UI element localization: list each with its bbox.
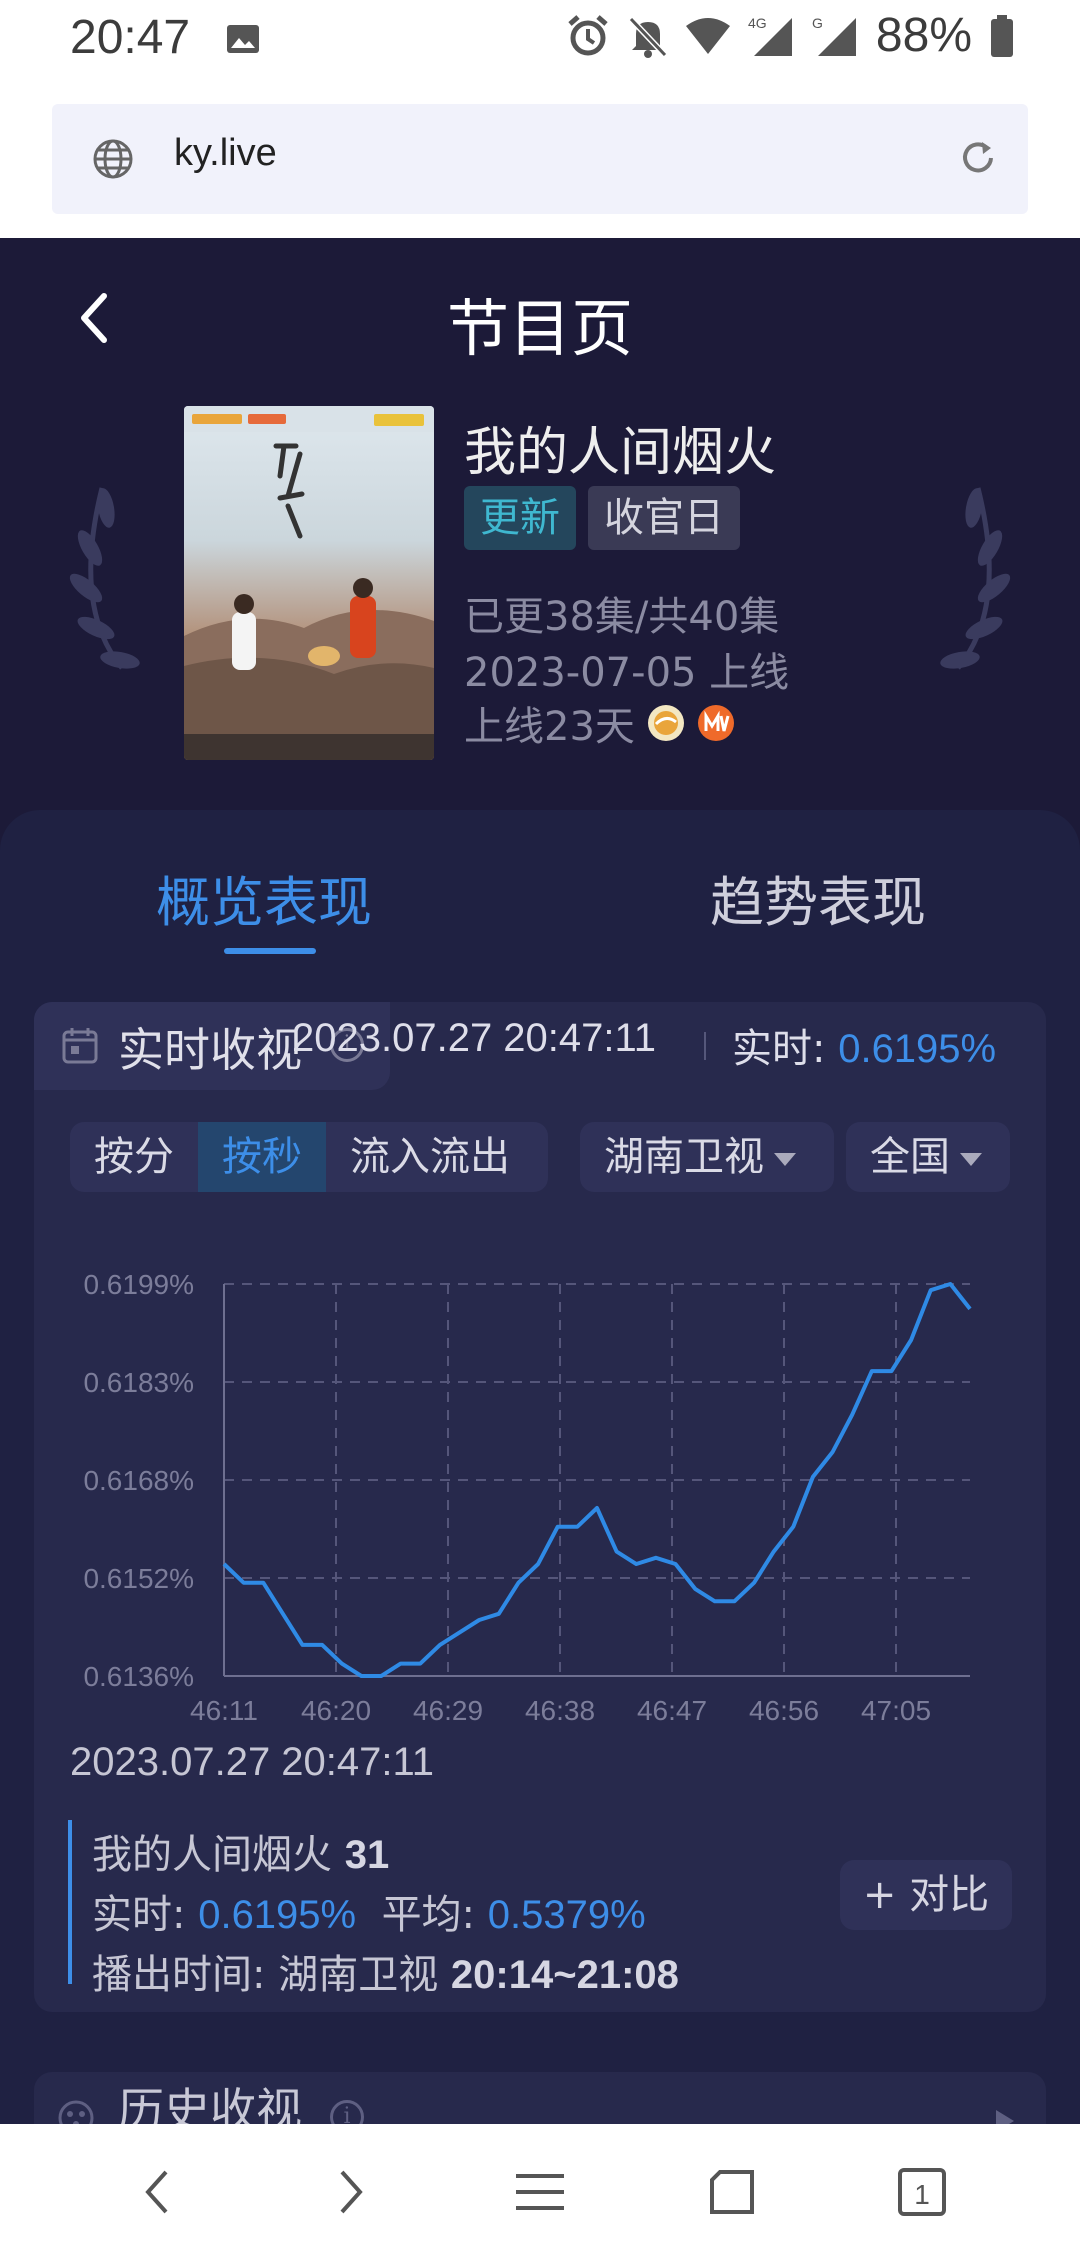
page-title: 节目页 xyxy=(446,292,633,365)
chart-y-tick-label: 0.6168% xyxy=(83,1465,194,1496)
tag-update: 更新 xyxy=(464,486,576,550)
tab-overview[interactable]: 概览表现 xyxy=(156,858,372,937)
signal-g-icon: G xyxy=(812,15,856,56)
realtime-timestamp: 2023.07.27 20:47:11 xyxy=(292,1016,657,1060)
chart-x-tick-label: 46:11 xyxy=(190,1695,258,1722)
episode-count: 已更38集/共40集 xyxy=(464,594,780,640)
segment-by-minute[interactable]: 按分 xyxy=(70,1122,198,1192)
tag-finale: 收官日 xyxy=(588,486,740,550)
region-dropdown-value: 全国 xyxy=(870,1134,950,1180)
browser-nav-bar: 1 xyxy=(0,2124,1080,2260)
chart-y-tick-label: 0.6183% xyxy=(83,1367,194,1398)
history-panel: 历史收视 i xyxy=(34,2072,1046,2124)
realtime-rating: 实时: 0.6195% xyxy=(732,1026,997,1072)
chart-x-tick-label: 46:38 xyxy=(525,1695,595,1722)
nav-back-icon[interactable] xyxy=(138,2166,178,2218)
compare-button[interactable]: + 对比 xyxy=(840,1860,1012,1930)
mango-tv-logo-icon xyxy=(697,705,734,741)
detail-episode: 31 xyxy=(344,1833,390,1877)
show-name: 我的人间烟火 xyxy=(464,423,777,483)
realtime-panel: 实时收视 i 2023.07.27 20:47:11 实时: 0.6195% 按… xyxy=(34,1002,1046,2012)
chart-y-tick-label: 0.6152% xyxy=(83,1563,194,1594)
show-tags: 更新 收官日 xyxy=(464,486,740,550)
premiere-date: 2023-07-05 上线 xyxy=(464,650,790,696)
hunan-tv-logo-icon xyxy=(647,705,684,741)
detail-program-name: 我的人间烟火 xyxy=(92,1832,332,1878)
history-info-icon[interactable]: i xyxy=(330,2100,364,2124)
globe-icon xyxy=(93,139,133,179)
realtime-title: 实时收视 xyxy=(118,1023,302,1077)
region-dropdown[interactable]: 全国 xyxy=(846,1122,1010,1192)
laurel-left-icon xyxy=(69,487,140,670)
program-page: 节目页 我的人间烟火 更新 收官日 已更38集/共40集 2023-07-05 … xyxy=(0,238,1080,2124)
realtime-line-chart[interactable]: 0.6199% 0.6183% 0.6168% 0.6152% 0.6136% 46:11… xyxy=(34,1222,1046,1722)
chart-x-tick-label: 46:29 xyxy=(413,1695,483,1722)
days-online-row: 上线23天 xyxy=(464,694,735,752)
chart-y-tick-label: 0.6136% xyxy=(83,1661,194,1692)
chart-x-tick-label: 46:20 xyxy=(301,1695,371,1722)
nav-forward-icon[interactable] xyxy=(330,2166,370,2218)
detail-timestamp: 2023.07.27 20:47:11 xyxy=(70,1740,435,1784)
status-time: 20:47 xyxy=(70,11,191,64)
detail-realtime-value: 0.6195% xyxy=(198,1893,357,1937)
segment-by-second[interactable]: 按秒 xyxy=(198,1122,326,1192)
reload-icon[interactable] xyxy=(958,138,998,178)
granularity-segmented-control: 按分 按秒 流入流出 xyxy=(70,1122,548,1192)
wifi-icon xyxy=(685,17,730,54)
detail-accent-bar xyxy=(68,1820,72,1984)
tabs-icon[interactable]: 1 xyxy=(896,2166,948,2218)
chevron-down-icon xyxy=(960,1152,982,1166)
mute-icon xyxy=(628,16,668,58)
days-online: 上线23天 xyxy=(464,704,635,750)
chart-y-tick-label: 0.6199% xyxy=(83,1269,194,1300)
channel-dropdown-value: 湖南卫视 xyxy=(604,1134,764,1180)
home-icon[interactable] xyxy=(706,2166,758,2218)
tab-trend[interactable]: 趋势表现 xyxy=(710,858,926,937)
chart-x-tick-label: 47:05 xyxy=(861,1695,931,1722)
history-title: 历史收视 xyxy=(118,2083,302,2124)
history-icon xyxy=(58,2100,94,2124)
battery-icon xyxy=(991,14,1013,57)
battery-percent: 88% xyxy=(875,9,972,62)
image-notification-icon xyxy=(227,25,259,53)
svg-text:4G: 4G xyxy=(748,15,767,31)
detail-program: 我的人间烟火 31 xyxy=(92,1822,389,1880)
signal-4g-icon: 4G xyxy=(748,15,792,56)
menu-icon[interactable] xyxy=(512,2166,568,2218)
realtime-rating-value: 0.6195% xyxy=(838,1027,997,1071)
show-poster[interactable] xyxy=(184,406,434,760)
detail-ratings: 实时: 0.6195% 平均: 0.5379% xyxy=(92,1892,646,1938)
url-text[interactable]: ky.live xyxy=(174,132,277,175)
tab-count: 1 xyxy=(914,2179,930,2210)
chevron-right-icon[interactable] xyxy=(994,2108,1016,2124)
channel-dropdown[interactable]: 湖南卫视 xyxy=(580,1122,834,1192)
performance-card: 概览表现 趋势表现 实时收视 i 2023.07.27 20:47:11 实时:… xyxy=(0,810,1080,2124)
divider xyxy=(704,1032,706,1060)
status-bar: 20:47 4G G 88% xyxy=(0,0,1080,78)
detail-airtime-range: 20:14~21:08 xyxy=(450,1953,679,1997)
alarm-icon xyxy=(568,14,608,55)
tab-indicator xyxy=(224,948,316,954)
calendar-icon xyxy=(62,1028,98,1064)
svg-text:G: G xyxy=(812,15,823,31)
chart-x-tick-label: 46:56 xyxy=(749,1695,819,1722)
detail-average-value: 0.5379% xyxy=(487,1893,646,1937)
laurel-right-icon xyxy=(940,487,1011,670)
address-bar[interactable]: ky.live xyxy=(52,104,1028,214)
poster-art xyxy=(184,406,434,760)
chevron-down-icon xyxy=(774,1152,796,1166)
tab-bar: 概览表现 趋势表现 xyxy=(0,810,1080,960)
detail-airtime: 播出时间: 湖南卫视 20:14~21:08 xyxy=(92,1952,679,1998)
browser-toolbar: ky.live xyxy=(0,78,1080,238)
segment-flow[interactable]: 流入流出 xyxy=(326,1122,534,1192)
chart-x-tick-label: 46:47 xyxy=(637,1695,707,1722)
